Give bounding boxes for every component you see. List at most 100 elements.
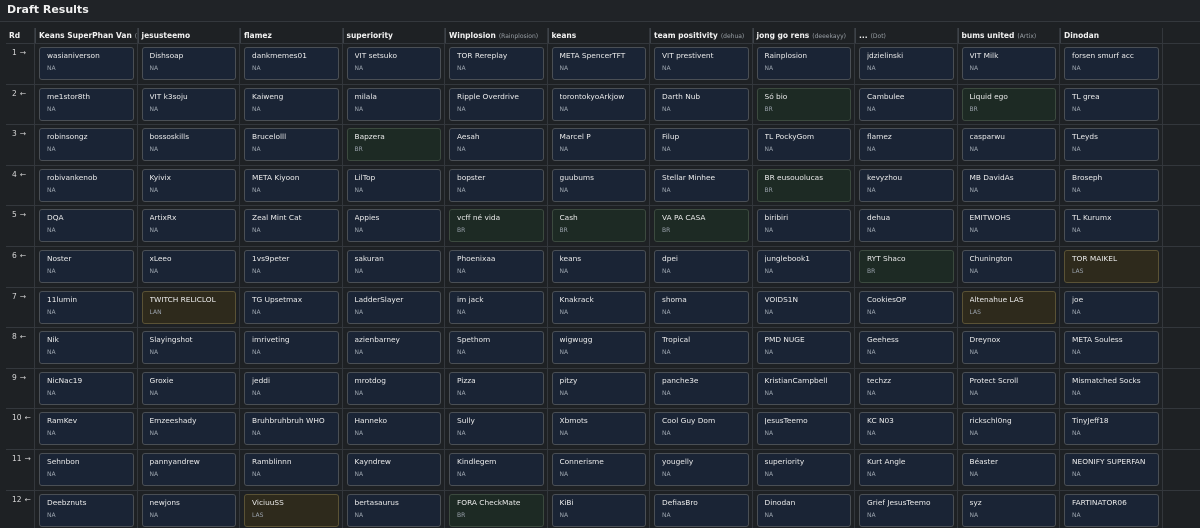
team-header[interactable]: ... (Dot)	[855, 28, 958, 43]
pick-card[interactable]: sakuran NA	[346, 250, 441, 283]
pick-card[interactable]: Emzeeshady NA	[141, 412, 236, 446]
pick-card[interactable]: Cambulee NA	[859, 87, 954, 121]
pick-card[interactable]: Knakrack NA	[551, 290, 646, 324]
pick-card[interactable]: Grief JesusTeemo NA	[859, 493, 954, 527]
team-header[interactable]: Winplosion (Rainplosion)	[445, 28, 548, 43]
pick-card[interactable]: Cool Guy Dom NA	[654, 412, 749, 446]
pick-card[interactable]: FARTINATOR06 NA	[1064, 493, 1159, 527]
pick-card[interactable]: VIT k3soju NA	[141, 87, 236, 121]
pick-card[interactable]: TinyJeff18 NA	[1064, 412, 1159, 446]
team-header[interactable]: keans	[547, 28, 651, 43]
pick-card[interactable]: mrotdog NA	[346, 371, 441, 405]
pick-card[interactable]: pannyandrew NA	[141, 453, 236, 486]
pick-card[interactable]: TWITCH RELICLOL LAN	[141, 290, 236, 324]
pick-card[interactable]: CookiesOP NA	[859, 290, 954, 324]
pick-card[interactable]: syz NA	[961, 493, 1056, 527]
pick-card[interactable]: Cash BR	[551, 209, 646, 243]
pick-card[interactable]: KC N03 NA	[859, 412, 954, 446]
pick-card[interactable]: Marcel P NA	[551, 128, 646, 162]
pick-card[interactable]: Filup NA	[654, 128, 749, 162]
pick-card[interactable]: joe NA	[1064, 290, 1159, 324]
pick-card[interactable]: Mismatched Socks NA	[1064, 371, 1159, 405]
pick-card[interactable]: Bapzera BR	[346, 128, 441, 162]
pick-card[interactable]: milala NA	[346, 87, 441, 121]
pick-card[interactable]: Pizza NA	[449, 371, 544, 405]
pick-card[interactable]: MB DavidAs NA	[961, 168, 1056, 202]
pick-card[interactable]: NicNac19 NA	[39, 371, 134, 405]
pick-card[interactable]: newjons NA	[141, 493, 236, 527]
pick-card[interactable]: shoma NA	[654, 290, 749, 324]
pick-card[interactable]: Sehnbon NA	[39, 453, 134, 486]
pick-card[interactable]: VIT setsuko NA	[346, 47, 441, 80]
pick-card[interactable]: bopster NA	[449, 168, 544, 202]
pick-card[interactable]: Ramblinnn NA	[244, 453, 339, 486]
team-header[interactable]: flamez	[240, 28, 343, 43]
team-header[interactable]: Dinodan	[1060, 28, 1163, 43]
pick-card[interactable]: Protect Scroll NA	[961, 371, 1056, 405]
team-header[interactable]: jong go rens (deeekayy)	[752, 28, 856, 43]
pick-card[interactable]: TL Kurumx NA	[1064, 209, 1159, 243]
pick-card[interactable]: Brucelolll NA	[244, 128, 339, 162]
pick-card[interactable]: RamKev NA	[39, 412, 134, 446]
pick-card[interactable]: rickschl0ng NA	[961, 412, 1056, 446]
pick-card[interactable]: bossoskills NA	[141, 128, 236, 162]
pick-card[interactable]: junglebook1 NA	[756, 250, 851, 283]
pick-card[interactable]: Stellar Minhee NA	[654, 168, 749, 202]
pick-card[interactable]: Só bio BR	[756, 87, 851, 121]
pick-card[interactable]: Bruhbruhbruh WHO NA	[244, 412, 339, 446]
pick-card[interactable]: Béaster NA	[961, 453, 1056, 486]
pick-card[interactable]: xLeeo NA	[141, 250, 236, 283]
pick-card[interactable]: Ripple Overdrive NA	[449, 87, 544, 121]
pick-card[interactable]: ViciuuSS LAS	[244, 493, 339, 527]
pick-card[interactable]: vcff né vida BR	[449, 209, 544, 243]
pick-card[interactable]: forsen smurf acc NA	[1064, 47, 1159, 80]
team-header[interactable]: team positivity (dehua)	[650, 28, 753, 43]
pick-card[interactable]: Geehess NA	[859, 331, 954, 365]
pick-card[interactable]: KiBi NA	[551, 493, 646, 527]
pick-card[interactable]: Broseph NA	[1064, 168, 1159, 202]
pick-card[interactable]: robivankenob NA	[39, 168, 134, 202]
pick-card[interactable]: Rainplosion NA	[756, 47, 851, 80]
pick-card[interactable]: Slayingshot NA	[141, 331, 236, 365]
pick-card[interactable]: 11lumin NA	[39, 290, 134, 324]
pick-card[interactable]: kevyzhou NA	[859, 168, 954, 202]
pick-card[interactable]: torontokyoArkjow NA	[551, 87, 646, 121]
pick-card[interactable]: Kurt Angle NA	[859, 453, 954, 486]
pick-card[interactable]: panche3e NA	[654, 371, 749, 405]
pick-card[interactable]: VA PA CASA BR	[654, 209, 749, 243]
pick-card[interactable]: DefiasBro NA	[654, 493, 749, 527]
pick-card[interactable]: Kyivix NA	[141, 168, 236, 202]
pick-card[interactable]: Chunington NA	[961, 250, 1056, 283]
pick-card[interactable]: FORA CheckMate BR	[449, 493, 544, 527]
pick-card[interactable]: Phoenixaa NA	[449, 250, 544, 283]
pick-card[interactable]: Aesah NA	[449, 128, 544, 162]
pick-card[interactable]: PMD NUGE NA	[756, 331, 851, 365]
pick-card[interactable]: Kaiweng NA	[244, 87, 339, 121]
pick-card[interactable]: Xbmots NA	[551, 412, 646, 446]
pick-card[interactable]: yougelly NA	[654, 453, 749, 486]
pick-card[interactable]: dankmemes01 NA	[244, 47, 339, 80]
pick-card[interactable]: META Kiyoon NA	[244, 168, 339, 202]
pick-card[interactable]: NEONIFY SUPERFAN NA	[1064, 453, 1159, 486]
pick-card[interactable]: Noster NA	[39, 250, 134, 283]
pick-card[interactable]: Dinodan NA	[756, 493, 851, 527]
pick-card[interactable]: META Souless NA	[1064, 331, 1159, 365]
pick-card[interactable]: dpei NA	[654, 250, 749, 283]
pick-card[interactable]: robinsongz NA	[39, 128, 134, 162]
pick-card[interactable]: EMITWOHS NA	[961, 209, 1056, 243]
pick-card[interactable]: LilTop NA	[346, 168, 441, 202]
pick-card[interactable]: META SpencerTFT NA	[551, 47, 646, 80]
pick-card[interactable]: keans NA	[551, 250, 646, 283]
pick-card[interactable]: Sully NA	[449, 412, 544, 446]
pick-card[interactable]: KristianCampbell NA	[756, 371, 851, 405]
pick-card[interactable]: TG Upsetmax NA	[244, 290, 339, 324]
pick-card[interactable]: azienbarney NA	[346, 331, 441, 365]
pick-card[interactable]: flamez NA	[859, 128, 954, 162]
team-header[interactable]: Keans SuperPhan Van(Emzeeshady)	[35, 28, 138, 43]
pick-card[interactable]: TOR Rereplay NA	[449, 47, 544, 80]
pick-card[interactable]: guubums NA	[551, 168, 646, 202]
team-header[interactable]: bums united (Artix)	[957, 28, 1061, 43]
pick-card[interactable]: im jack NA	[449, 290, 544, 324]
pick-card[interactable]: Connerisme NA	[551, 453, 646, 486]
pick-card[interactable]: biribiri NA	[756, 209, 851, 243]
